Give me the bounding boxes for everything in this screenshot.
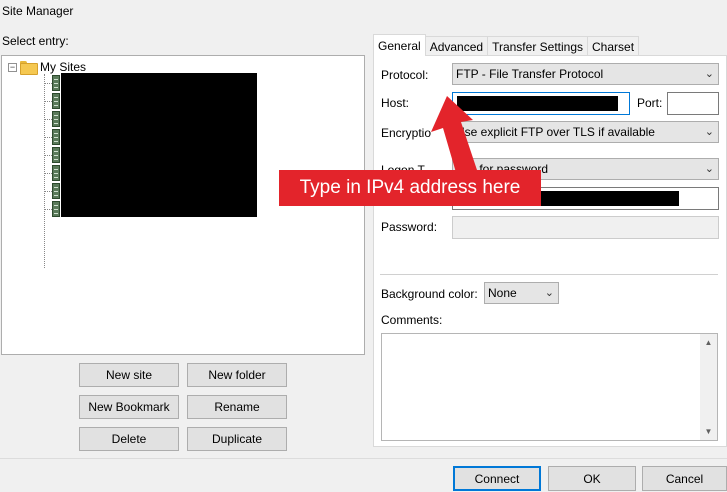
background-color-select[interactable]: None ⌄ bbox=[484, 282, 559, 304]
delete-button[interactable]: Delete bbox=[79, 427, 179, 451]
connect-button[interactable]: Connect bbox=[453, 466, 541, 491]
password-label: Password: bbox=[381, 220, 438, 234]
server-icon bbox=[52, 201, 60, 217]
annotation-arrow-icon bbox=[431, 96, 477, 176]
protocol-label: Protocol: bbox=[381, 68, 429, 82]
server-icon bbox=[52, 75, 60, 91]
comments-scrollbar[interactable]: ▲ ▼ bbox=[700, 334, 717, 440]
chevron-down-icon: ⌄ bbox=[544, 287, 554, 299]
background-color-value: None bbox=[488, 286, 517, 300]
select-entry-label: Select entry: bbox=[2, 34, 69, 48]
background-color-label: Background color: bbox=[381, 287, 478, 301]
comments-label: Comments: bbox=[381, 313, 443, 327]
comments-textarea[interactable]: ▲ ▼ bbox=[381, 333, 718, 441]
scroll-up-icon[interactable]: ▲ bbox=[700, 334, 717, 351]
tab-charset[interactable]: Charset bbox=[587, 36, 640, 56]
ok-button[interactable]: OK bbox=[548, 466, 636, 491]
settings-tabs: General Advanced Transfer Settings Chars… bbox=[373, 34, 640, 56]
window-title: Site Manager bbox=[2, 4, 74, 18]
server-icon bbox=[52, 129, 60, 145]
chevron-down-icon: ⌄ bbox=[704, 126, 714, 138]
port-label: Port: bbox=[637, 96, 663, 110]
tab-general[interactable]: General bbox=[373, 34, 426, 56]
divider bbox=[380, 274, 718, 275]
annotation-banner: Type in IPv4 address here bbox=[279, 170, 541, 206]
duplicate-button[interactable]: Duplicate bbox=[187, 427, 287, 451]
new-bookmark-button[interactable]: New Bookmark bbox=[79, 395, 179, 419]
server-icon bbox=[52, 93, 60, 109]
chevron-down-icon: ⌄ bbox=[704, 68, 714, 80]
tree-root-my-sites[interactable]: − My Sites bbox=[8, 60, 87, 75]
tab-advanced[interactable]: Advanced bbox=[424, 36, 489, 56]
rename-button[interactable]: Rename bbox=[187, 395, 287, 419]
password-input[interactable] bbox=[452, 216, 719, 239]
chevron-down-icon: ⌄ bbox=[704, 163, 714, 175]
port-input[interactable] bbox=[667, 92, 719, 115]
encryption-value: Use explicit FTP over TLS if available bbox=[456, 125, 655, 139]
server-icon bbox=[52, 111, 60, 127]
tab-transfer-settings[interactable]: Transfer Settings bbox=[487, 36, 589, 56]
tree-root-label: My Sites bbox=[40, 60, 87, 74]
new-site-button[interactable]: New site bbox=[79, 363, 179, 387]
footer-divider bbox=[0, 458, 727, 459]
protocol-select[interactable]: FTP - File Transfer Protocol ⌄ bbox=[452, 63, 719, 85]
scroll-down-icon[interactable]: ▼ bbox=[700, 423, 717, 440]
server-icon bbox=[52, 147, 60, 163]
collapse-icon[interactable]: − bbox=[8, 62, 17, 72]
server-icon bbox=[52, 165, 60, 181]
folder-icon bbox=[20, 61, 38, 75]
host-label: Host: bbox=[381, 96, 410, 110]
cancel-button[interactable]: Cancel bbox=[642, 466, 727, 491]
redacted-site-names bbox=[61, 73, 257, 217]
server-icon bbox=[52, 183, 60, 199]
encryption-select[interactable]: Use explicit FTP over TLS if available ⌄ bbox=[452, 121, 719, 143]
new-folder-button[interactable]: New folder bbox=[187, 363, 287, 387]
protocol-value: FTP - File Transfer Protocol bbox=[456, 67, 604, 81]
